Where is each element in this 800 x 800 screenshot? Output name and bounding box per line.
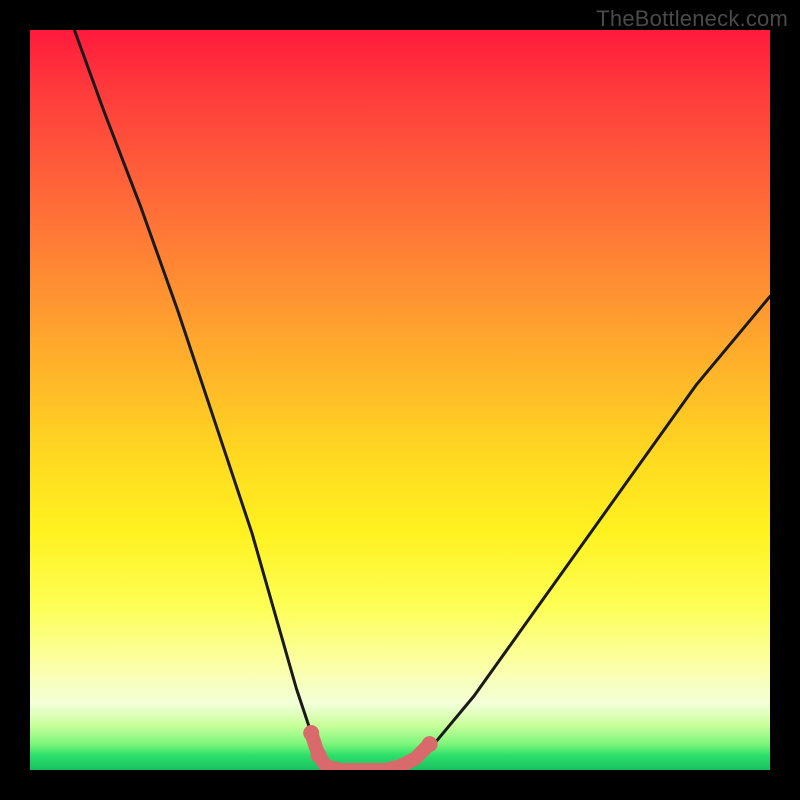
bottleneck-curve: [74, 30, 770, 770]
plot-area: [30, 30, 770, 770]
watermark-text: TheBottleneck.com: [596, 6, 788, 32]
highlight-segment: [311, 733, 429, 770]
curve-layer: [30, 30, 770, 770]
chart-frame: TheBottleneck.com: [0, 0, 800, 800]
